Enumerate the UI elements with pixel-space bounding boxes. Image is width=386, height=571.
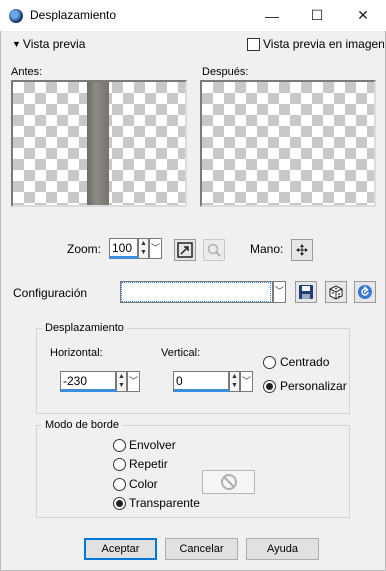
vertical-label: Vertical:: [161, 347, 201, 359]
color-swatch[interactable]: [202, 470, 255, 494]
spin-up-icon[interactable]: ▲: [230, 372, 239, 381]
zoom-dropdown[interactable]: ﹀: [149, 238, 162, 259]
triangle-down-icon: ▼: [12, 39, 21, 49]
ok-button[interactable]: Aceptar: [84, 538, 157, 560]
preview-toggle[interactable]: ▼ Vista previa: [12, 37, 85, 51]
checkbox-box[interactable]: [247, 37, 260, 51]
vertical-input-box[interactable]: [173, 371, 230, 392]
radio-button[interactable]: [113, 438, 126, 452]
radio-button[interactable]: [113, 457, 126, 471]
chevron-down-icon: ﹀: [128, 376, 138, 386]
preview-image-strip: [87, 82, 109, 205]
spin-down-icon[interactable]: ▼: [139, 248, 148, 257]
spin-down-icon[interactable]: ▼: [117, 381, 126, 390]
app-icon: [9, 9, 23, 23]
vertical-spinner[interactable]: ▲ ▼: [229, 371, 240, 392]
save-icon: [299, 285, 313, 299]
pan-move-icon: [296, 244, 308, 256]
preview-toggle-label: Vista previa: [22, 37, 86, 51]
help-button[interactable]: Ayuda: [246, 538, 319, 560]
offset-group-legend: Desplazamiento: [42, 322, 127, 334]
fit-window-icon: [177, 242, 193, 258]
minimize-button[interactable]: —: [249, 0, 295, 31]
radio-custom-label: Personalizar: [280, 379, 347, 393]
radio-button[interactable]: [263, 355, 276, 369]
pan-button[interactable]: [291, 239, 313, 261]
radio-button[interactable]: [113, 477, 126, 491]
config-field[interactable]: [121, 282, 271, 302]
config-label: Configuración: [13, 286, 88, 300]
horizontal-spinner[interactable]: ▲ ▼: [116, 371, 127, 392]
title-bar[interactable]: Desplazamiento — ☐ ✕: [0, 0, 386, 31]
vertical-input[interactable]: [174, 372, 228, 390]
config-combo[interactable]: [120, 281, 273, 303]
radio-custom[interactable]: Personalizar: [263, 379, 347, 393]
radio-button-selected[interactable]: [263, 379, 276, 393]
config-dropdown[interactable]: ﹀: [273, 281, 286, 303]
maximize-icon: ☐: [310, 7, 324, 23]
zoom-focus-underline: [110, 256, 139, 259]
spin-down-icon[interactable]: ▼: [230, 381, 239, 390]
chevron-down-icon: ﹀: [241, 376, 251, 386]
radio-centered[interactable]: Centrado: [263, 355, 329, 369]
zoom-input[interactable]: [110, 239, 137, 257]
reset-icon: [358, 285, 372, 299]
chevron-down-icon: ﹀: [150, 243, 160, 253]
radio-wrap-label: Envolver: [129, 438, 176, 452]
fit-window-button[interactable]: [174, 239, 196, 261]
border-mode-legend: Modo de borde: [42, 419, 122, 431]
zoom-icon: [207, 243, 221, 257]
horizontal-input-box[interactable]: [60, 371, 117, 392]
maximize-button[interactable]: ☐: [294, 0, 340, 31]
preview-in-image-label: Vista previa en imagen: [263, 37, 385, 51]
radio-centered-label: Centrado: [280, 355, 330, 369]
after-preview[interactable]: [200, 80, 376, 207]
chevron-down-icon: ﹀: [274, 286, 284, 296]
close-icon: ✕: [357, 7, 369, 23]
minimize-icon: —: [265, 7, 279, 24]
before-preview[interactable]: [11, 80, 187, 207]
horizontal-label: Horizontal:: [50, 347, 103, 359]
close-button[interactable]: ✕: [340, 0, 386, 31]
dialog-body: ▼ Vista previa Vista previa en imagen An…: [0, 31, 386, 571]
radio-color-label: Color: [129, 477, 158, 491]
spin-up-icon[interactable]: ▲: [139, 239, 148, 248]
dice-icon: [329, 285, 343, 300]
random-button[interactable]: [325, 281, 347, 303]
save-config-button[interactable]: [295, 281, 317, 303]
vertical-focus-underline: [174, 389, 230, 392]
radio-transparent[interactable]: Transparente: [113, 496, 200, 510]
horizontal-input[interactable]: [61, 372, 115, 390]
radio-repeat[interactable]: Repetir: [113, 457, 168, 471]
zoom-tool-button[interactable]: [203, 239, 225, 261]
no-color-icon: [220, 474, 237, 490]
reset-button[interactable]: [354, 281, 376, 303]
radio-color[interactable]: Color: [113, 477, 158, 491]
horizontal-dropdown[interactable]: ﹀: [127, 371, 140, 392]
preview-in-image-checkbox[interactable]: Vista previa en imagen: [247, 37, 385, 51]
spin-up-icon[interactable]: ▲: [117, 372, 126, 381]
before-label: Antes:: [11, 66, 43, 78]
window-title: Desplazamiento: [30, 8, 117, 22]
cancel-button[interactable]: Cancelar: [165, 538, 238, 560]
radio-repeat-label: Repetir: [129, 457, 168, 471]
horizontal-focus-underline: [61, 389, 117, 392]
zoom-spinner[interactable]: ▲ ▼: [138, 238, 149, 259]
hand-label: Mano:: [250, 242, 284, 256]
after-label: Después:: [202, 66, 249, 78]
zoom-input-box[interactable]: [109, 238, 139, 259]
radio-wrap[interactable]: Envolver: [113, 438, 176, 452]
radio-transparent-label: Transparente: [129, 496, 200, 510]
radio-button-selected[interactable]: [113, 496, 126, 510]
zoom-label: Zoom:: [67, 242, 102, 256]
vertical-dropdown[interactable]: ﹀: [240, 371, 253, 392]
